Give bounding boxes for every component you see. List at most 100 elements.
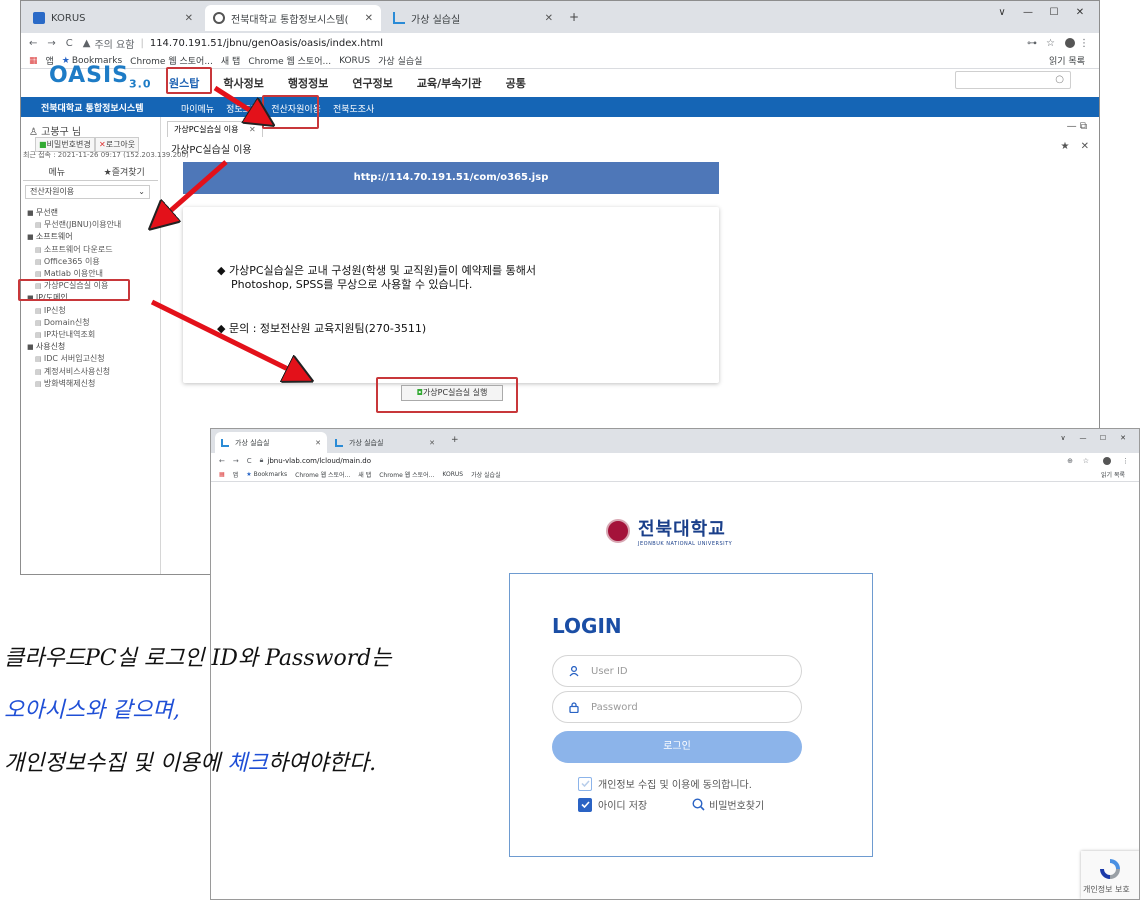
oasis-logo[interactable]: OASIS3.0 [49,63,152,90]
menu-select[interactable]: 전산자원이용 ⌄ [25,185,150,199]
minimize-button[interactable]: — [1015,7,1041,18]
close-tab-icon[interactable]: ✕ [429,439,435,447]
bookmark-vlab[interactable]: 가상 실습실 [471,470,501,479]
bookmark-apps[interactable]: 앱 [233,470,239,479]
tab-oasis[interactable]: 전북대학교 통합정보시스템(OA) ✕ [205,5,381,31]
collapse-icon[interactable]: — ⧉ [1067,121,1087,132]
password-input[interactable]: Password [552,691,802,723]
close-tab-icon[interactable]: ✕ [365,13,373,24]
vlab-icon [221,438,229,447]
search-icon: ○ [1055,74,1064,85]
back-icon[interactable]: ← [219,457,225,465]
bookmark-new-tab[interactable]: 새 탭 [221,54,240,67]
url-field[interactable]: jbnu-vlab.com/lcloud/main.do [267,457,371,465]
more-menu-icon[interactable]: ⋮ [1079,38,1089,49]
nav-education[interactable]: 교육/부속기관 [417,75,482,91]
bookmark-chrome-store-1[interactable]: Chrome 웹 스토어... [295,470,350,479]
content-tab[interactable]: 가상PC실습실 이용 ✕ [167,121,263,137]
profile-avatar[interactable] [1065,38,1075,48]
nav-common[interactable]: 공통 [506,75,526,91]
menu-item[interactable]: IP차단내역조회 [27,329,121,341]
menu-item[interactable]: IDC 서버입고신청 [27,353,121,365]
bookmark-new-tab[interactable]: 새 탭 [358,470,371,479]
url-field[interactable]: 114.70.191.51/jbnu/genOasis/oasis/index.… [150,38,383,49]
close-icon[interactable]: ✕ [249,125,256,134]
privacy-agree-checkbox[interactable]: 개인정보 수집 및 이용에 동의합니다. [578,776,752,791]
nav-admin[interactable]: 행정정보 [288,75,328,91]
key-icon[interactable]: ⊶ [1027,38,1037,49]
remember-id-checkbox[interactable]: 아이디 저장 [578,797,647,812]
profile-avatar[interactable] [1103,456,1111,465]
lock-icon [569,701,579,713]
tab-search-button[interactable]: ∨ [1053,434,1073,442]
bookmark-korus[interactable]: KORUS [339,56,370,66]
lock-icon[interactable]: 🔒︎ [260,456,264,465]
close-icon[interactable]: ✕ [1081,141,1089,152]
subnav-survey[interactable]: 전북도조사 [333,102,374,115]
tab-menu[interactable]: 메뉴 [23,165,91,181]
bookmark-bookmarks[interactable]: Bookmarks [254,471,288,478]
menu-item[interactable]: IP신청 [27,305,121,317]
menu-item[interactable]: Office365 이용 [27,256,121,268]
find-password-link[interactable]: 비밀번호찾기 [692,797,764,812]
new-tab-button[interactable]: + [451,435,459,445]
bookmark-star-icon[interactable]: ☆ [1083,457,1089,465]
menu-item[interactable]: 무선랜(JBNU)이용안내 [27,219,121,231]
menu-item[interactable]: Domain신청 [27,317,121,329]
search-input[interactable]: ○ [955,71,1071,89]
back-icon[interactable]: ← [29,38,37,49]
bookmark-chrome-store-2[interactable]: Chrome 웹 스토어... [248,54,331,67]
menu-item[interactable]: 소프트웨어 다운로드 [27,244,121,256]
menu-item[interactable]: 계정서비스사용신청 [27,366,121,378]
favorite-star-icon[interactable]: ★ [1060,141,1069,152]
subnav-mymenu[interactable]: 마이메뉴 [181,102,214,115]
tab-favorites[interactable]: ★즐겨찾기 [90,165,158,181]
menu-category[interactable]: 소프트웨어 [27,231,121,243]
bookmark-chrome-store-2[interactable]: Chrome 웹 스토어... [379,470,434,479]
checkbox-icon[interactable] [578,776,592,791]
close-tab-icon[interactable]: ✕ [315,439,321,447]
subnav-info[interactable]: 정보조회 [226,102,259,115]
menu-item[interactable]: 방화벽해제신청 [27,378,121,390]
user-id-input[interactable]: User ID [552,655,802,687]
security-label[interactable]: 주의 요함 [94,36,134,51]
reload-icon[interactable]: C [247,457,252,465]
tab-vlab-2[interactable]: 가상 실습실 ✕ [329,432,441,453]
apps-icon[interactable]: ▦ [29,56,38,66]
recaptcha-badge[interactable]: 개인정보 보호 [1081,851,1139,899]
url-banner[interactable]: http://114.70.191.51/com/o365.jsp [183,162,719,194]
window-controls: ∨ — ☐ ✕ [1053,434,1133,442]
menu-category[interactable]: 사용신청 [27,341,121,353]
forward-icon[interactable]: → [47,38,55,49]
close-window-button[interactable]: ✕ [1067,7,1093,18]
highlight-run-button [376,377,518,413]
apps-icon[interactable]: ▦ [219,471,225,478]
checkbox-checked-icon[interactable] [578,797,592,812]
reload-icon[interactable]: C [66,38,73,49]
forward-icon[interactable]: → [233,457,239,465]
bookmark-star-icon[interactable]: ☆ [1046,38,1055,49]
tab-search-button[interactable]: ∨ [989,7,1015,18]
new-tab-button[interactable]: + [569,10,579,24]
close-tab-icon[interactable]: ✕ [545,13,553,24]
reading-list[interactable]: 읽기 목록 [1101,470,1125,479]
tab-vlab-1[interactable]: 가상 실습실 ✕ [215,432,327,453]
login-button[interactable]: 로그인 [552,731,802,763]
tab-vlab[interactable]: 가상 실습실 ✕ [385,5,561,31]
reading-list[interactable]: 읽기 목록 [1049,54,1085,67]
maximize-button[interactable]: ☐ [1093,434,1113,442]
zoom-icon[interactable]: ⊕ [1067,457,1073,465]
more-menu-icon[interactable]: ⋮ [1122,457,1129,465]
menu-category[interactable]: 무선랜 [27,207,121,219]
tab-korus[interactable]: KORUS ✕ [25,5,201,31]
minimize-button[interactable]: — [1073,434,1093,442]
nav-academic[interactable]: 학사정보 [223,75,263,91]
maximize-button[interactable]: ☐ [1041,7,1067,18]
close-tab-icon[interactable]: ✕ [185,13,193,24]
chevron-down-icon: ⌄ [138,187,145,196]
bookmark-vlab[interactable]: 가상 실습실 [378,54,422,67]
close-window-button[interactable]: ✕ [1113,434,1133,442]
warning-icon[interactable]: ▲ [83,38,91,49]
nav-research[interactable]: 연구정보 [352,75,392,91]
bookmark-korus[interactable]: KORUS [442,471,463,478]
